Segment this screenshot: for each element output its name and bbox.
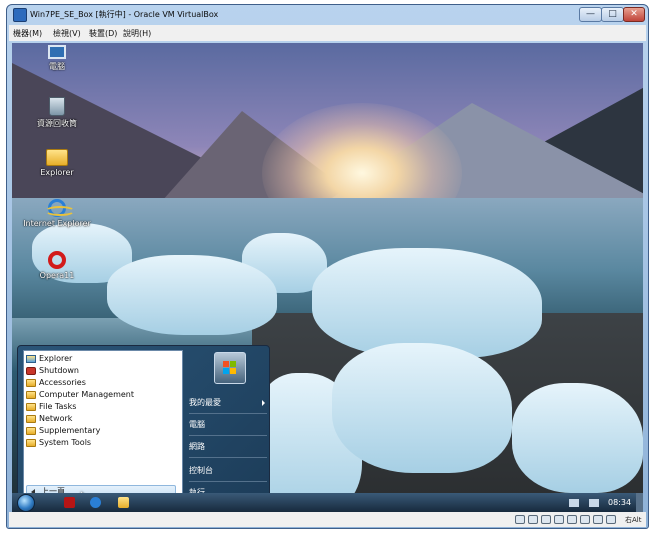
desktop-icon-opera[interactable]: Opera11 (22, 251, 92, 280)
separator (189, 435, 267, 436)
desktop-icon-computer[interactable]: 電腦 (22, 45, 92, 72)
start-menu-programs-pane: Explorer Shutdown Accessories Computer M… (23, 350, 183, 513)
start-item-computer[interactable]: 電腦 (189, 418, 267, 432)
windows-logo-icon (223, 361, 237, 375)
menu-item-shutdown[interactable]: Shutdown (24, 365, 182, 377)
tray-volume-icon[interactable] (589, 499, 599, 507)
start-item-favorites[interactable]: 我的最愛 (189, 396, 267, 410)
separator (189, 457, 267, 458)
desktop-icon-internet-explorer[interactable]: Internet Explorer (22, 199, 92, 228)
virtualbox-window: Win7PE_SE_Box [執行中] - Oracle VM VirtualB… (6, 4, 649, 529)
maximize-button[interactable]: □ (601, 7, 624, 22)
menu-item-accessories[interactable]: Accessories (24, 377, 182, 389)
menu-item-network[interactable]: Network (24, 413, 182, 425)
desktop-icon-explorer[interactable]: Explorer (22, 149, 92, 177)
taskbar-opera-icon[interactable] (64, 497, 75, 508)
usb-icon[interactable] (580, 515, 590, 524)
hard-disk-icon[interactable] (515, 515, 525, 524)
guest-screen[interactable]: 電腦 資源回收筒 Explorer Internet Explorer Oper… (12, 43, 643, 513)
program-list: Explorer Shutdown Accessories Computer M… (24, 353, 182, 449)
menu-bar: 機器(M) 檢視(V) 裝置(D) 說明(H) (9, 25, 646, 41)
folder-icon (26, 415, 36, 423)
folder-icon (26, 379, 36, 387)
optical-drive-icon[interactable] (528, 515, 538, 524)
start-item-control-panel[interactable]: 控制台 (189, 464, 267, 478)
taskbar-ie-icon[interactable] (90, 497, 101, 508)
tray-network-icon[interactable] (569, 499, 579, 507)
chevron-right-icon (262, 400, 265, 406)
user-picture-tile (214, 352, 246, 384)
start-item-network[interactable]: 網路 (189, 440, 267, 454)
network-adapter-icon[interactable] (567, 515, 577, 524)
menu-item-supplementary[interactable]: Supplementary (24, 425, 182, 437)
wallpaper-ice (312, 248, 542, 358)
folder-icon (26, 439, 36, 447)
virtualbox-app-icon (13, 8, 27, 22)
shared-folders-icon[interactable] (593, 515, 603, 524)
close-button[interactable]: ✕ (623, 7, 645, 22)
folder-icon (26, 391, 36, 399)
separator (189, 481, 267, 482)
start-button[interactable] (17, 494, 35, 512)
separator (189, 413, 267, 414)
shutdown-icon (26, 367, 36, 375)
show-desktop-button[interactable] (636, 493, 643, 513)
vbox-status-bar: 右Alt (9, 512, 646, 527)
menu-item-file-tasks[interactable]: File Tasks (24, 401, 182, 413)
floppy-icon[interactable] (541, 515, 551, 524)
menu-item-system-tools[interactable]: System Tools (24, 437, 182, 449)
ie-icon (45, 199, 75, 217)
audio-icon[interactable] (554, 515, 564, 524)
minimize-button[interactable]: — (579, 7, 602, 22)
taskbar: 08:34 (12, 493, 643, 513)
menu-machine[interactable]: 機器(M) (13, 28, 42, 39)
mouse-integration-icon[interactable] (606, 515, 616, 524)
opera-icon (48, 251, 66, 269)
wallpaper-ice (332, 343, 512, 473)
recycle-bin-icon (49, 97, 65, 116)
folder-icon (46, 149, 68, 166)
menu-devices[interactable]: 裝置(D) (89, 28, 117, 39)
menu-help[interactable]: 說明(H) (123, 28, 151, 39)
window-title: Win7PE_SE_Box [執行中] - Oracle VM VirtualB… (30, 10, 219, 19)
explorer-icon (26, 355, 36, 363)
folder-icon (26, 403, 36, 411)
taskbar-explorer-icon[interactable] (118, 497, 129, 508)
menu-view[interactable]: 檢視(V) (53, 28, 81, 39)
wallpaper-ice (107, 255, 277, 335)
taskbar-clock[interactable]: 08:34 (608, 498, 631, 507)
start-menu: Explorer Shutdown Accessories Computer M… (17, 345, 270, 513)
desktop-icon-recycle-bin[interactable]: 資源回收筒 (22, 97, 92, 129)
menu-item-explorer[interactable]: Explorer (24, 353, 182, 365)
title-bar[interactable]: Win7PE_SE_Box [執行中] - Oracle VM VirtualB… (7, 5, 648, 25)
wallpaper-ice (512, 383, 643, 493)
computer-icon (48, 45, 66, 59)
host-key-label: 右Alt (625, 516, 642, 524)
menu-item-computer-management[interactable]: Computer Management (24, 389, 182, 401)
start-menu-places-pane: 我的最愛 電腦 網路 控制台 執行... 關機 (186, 350, 267, 513)
folder-icon (26, 427, 36, 435)
